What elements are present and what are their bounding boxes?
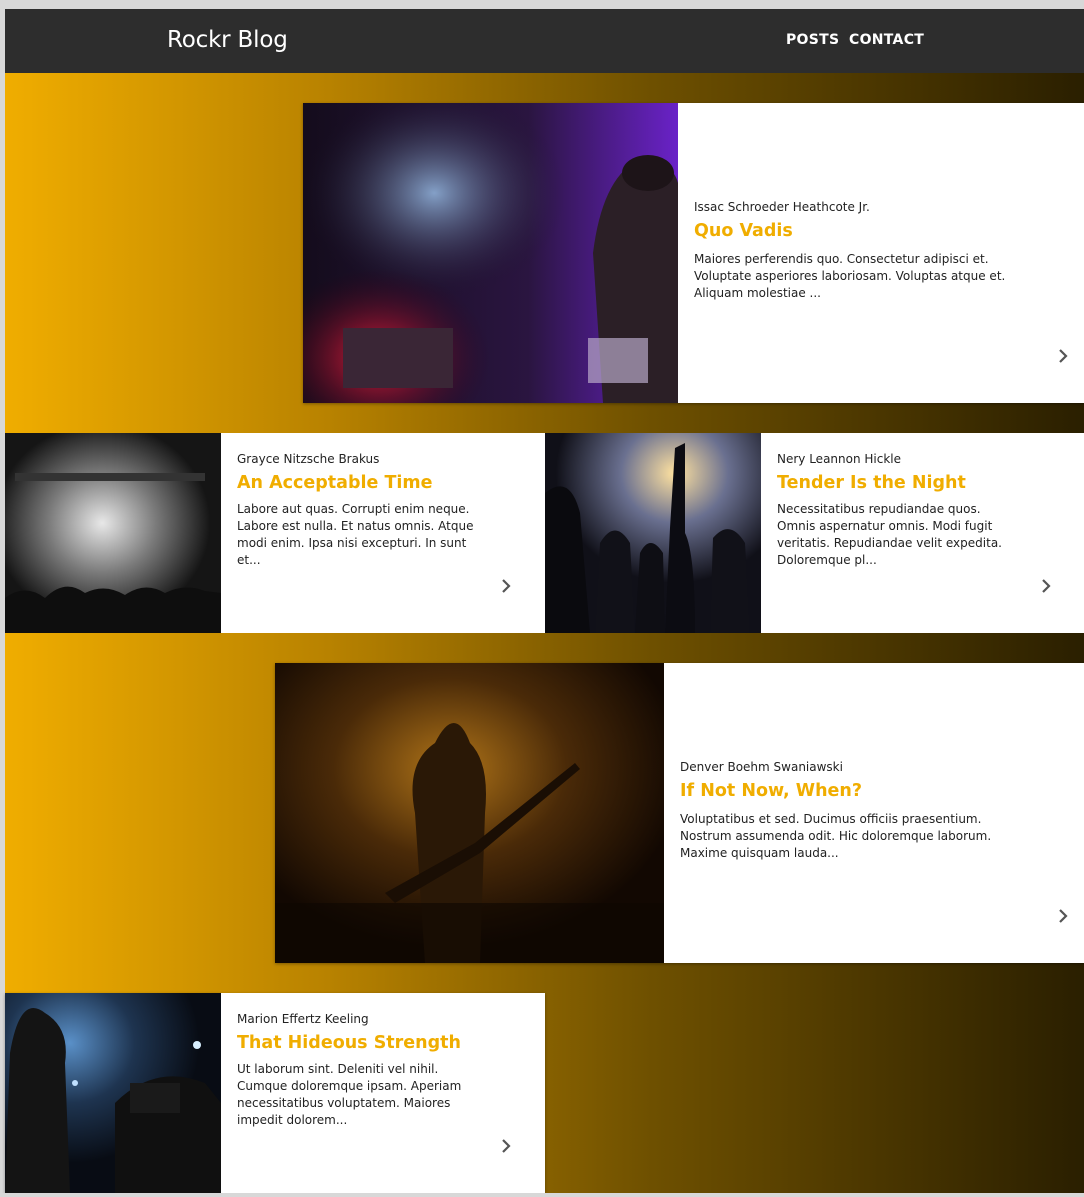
chevron-right-icon[interactable] xyxy=(1034,574,1058,598)
post-author-3: Nery Leannon Hickle xyxy=(777,452,902,466)
nav-posts-link[interactable]: POSTS xyxy=(786,32,839,48)
post-excerpt-4: Voluptatibus et sed. Ducimus officiis pr… xyxy=(680,812,992,860)
post-card-5[interactable]: Marion Effertz Keeling That Hideous Stre… xyxy=(5,993,545,1193)
post-body-1: Issac Schroeder Heathcote Jr. Quo Vadis … xyxy=(678,103,1084,403)
post-excerpt-5: Ut laborum sint. Deleniti vel nihil. Cum… xyxy=(237,1062,462,1127)
post-excerpt-2: Labore aut quas. Corrupti enim neque. La… xyxy=(237,502,474,567)
post-author-2: Grayce Nitzsche Brakus xyxy=(237,452,380,466)
chevron-right-icon[interactable] xyxy=(494,1134,518,1158)
post-excerpt-1: Maiores perferendis quo. Consectetur adi… xyxy=(694,252,1006,300)
post-card-2[interactable]: Grayce Nitzsche Brakus An Acceptable Tim… xyxy=(5,433,545,633)
post-card-3[interactable]: Nery Leannon Hickle Tender Is the Night … xyxy=(545,433,1084,633)
window-top-strip xyxy=(0,0,1084,9)
post-title-4[interactable]: If Not Now, When? xyxy=(680,781,862,801)
post-image-3 xyxy=(545,433,761,633)
post-body-4: Denver Boehm Swaniawski If Not Now, When… xyxy=(664,663,1084,963)
post-author-5: Marion Effertz Keeling xyxy=(237,1012,369,1026)
post-body-3: Nery Leannon Hickle Tender Is the Night … xyxy=(761,433,1084,633)
post-card-1[interactable]: Issac Schroeder Heathcote Jr. Quo Vadis … xyxy=(303,103,1084,403)
post-excerpt-3: Necessitatibus repudiandae quos. Omnis a… xyxy=(777,502,1002,567)
post-image-2 xyxy=(5,433,221,633)
post-title-1[interactable]: Quo Vadis xyxy=(694,221,793,241)
brand-logo[interactable]: Rockr Blog xyxy=(167,27,288,53)
chevron-right-icon[interactable] xyxy=(1051,904,1075,928)
post-body-2: Grayce Nitzsche Brakus An Acceptable Tim… xyxy=(221,433,545,633)
top-navbar: Rockr Blog POSTS CONTACT xyxy=(5,9,1084,73)
post-author-1: Issac Schroeder Heathcote Jr. xyxy=(694,200,870,214)
nav-contact-link[interactable]: CONTACT xyxy=(849,32,924,48)
post-title-5[interactable]: That Hideous Strength xyxy=(237,1033,461,1053)
chevron-right-icon[interactable] xyxy=(494,574,518,598)
post-title-3[interactable]: Tender Is the Night xyxy=(777,473,966,493)
post-title-2[interactable]: An Acceptable Time xyxy=(237,473,432,493)
window-bottom-strip xyxy=(0,1193,1084,1197)
post-image-1 xyxy=(303,103,678,403)
post-body-5: Marion Effertz Keeling That Hideous Stre… xyxy=(221,993,545,1193)
chevron-right-icon[interactable] xyxy=(1051,344,1075,368)
post-image-4 xyxy=(275,663,664,963)
post-card-4[interactable]: Denver Boehm Swaniawski If Not Now, When… xyxy=(275,663,1084,963)
post-image-5 xyxy=(5,993,221,1193)
post-author-4: Denver Boehm Swaniawski xyxy=(680,760,843,774)
